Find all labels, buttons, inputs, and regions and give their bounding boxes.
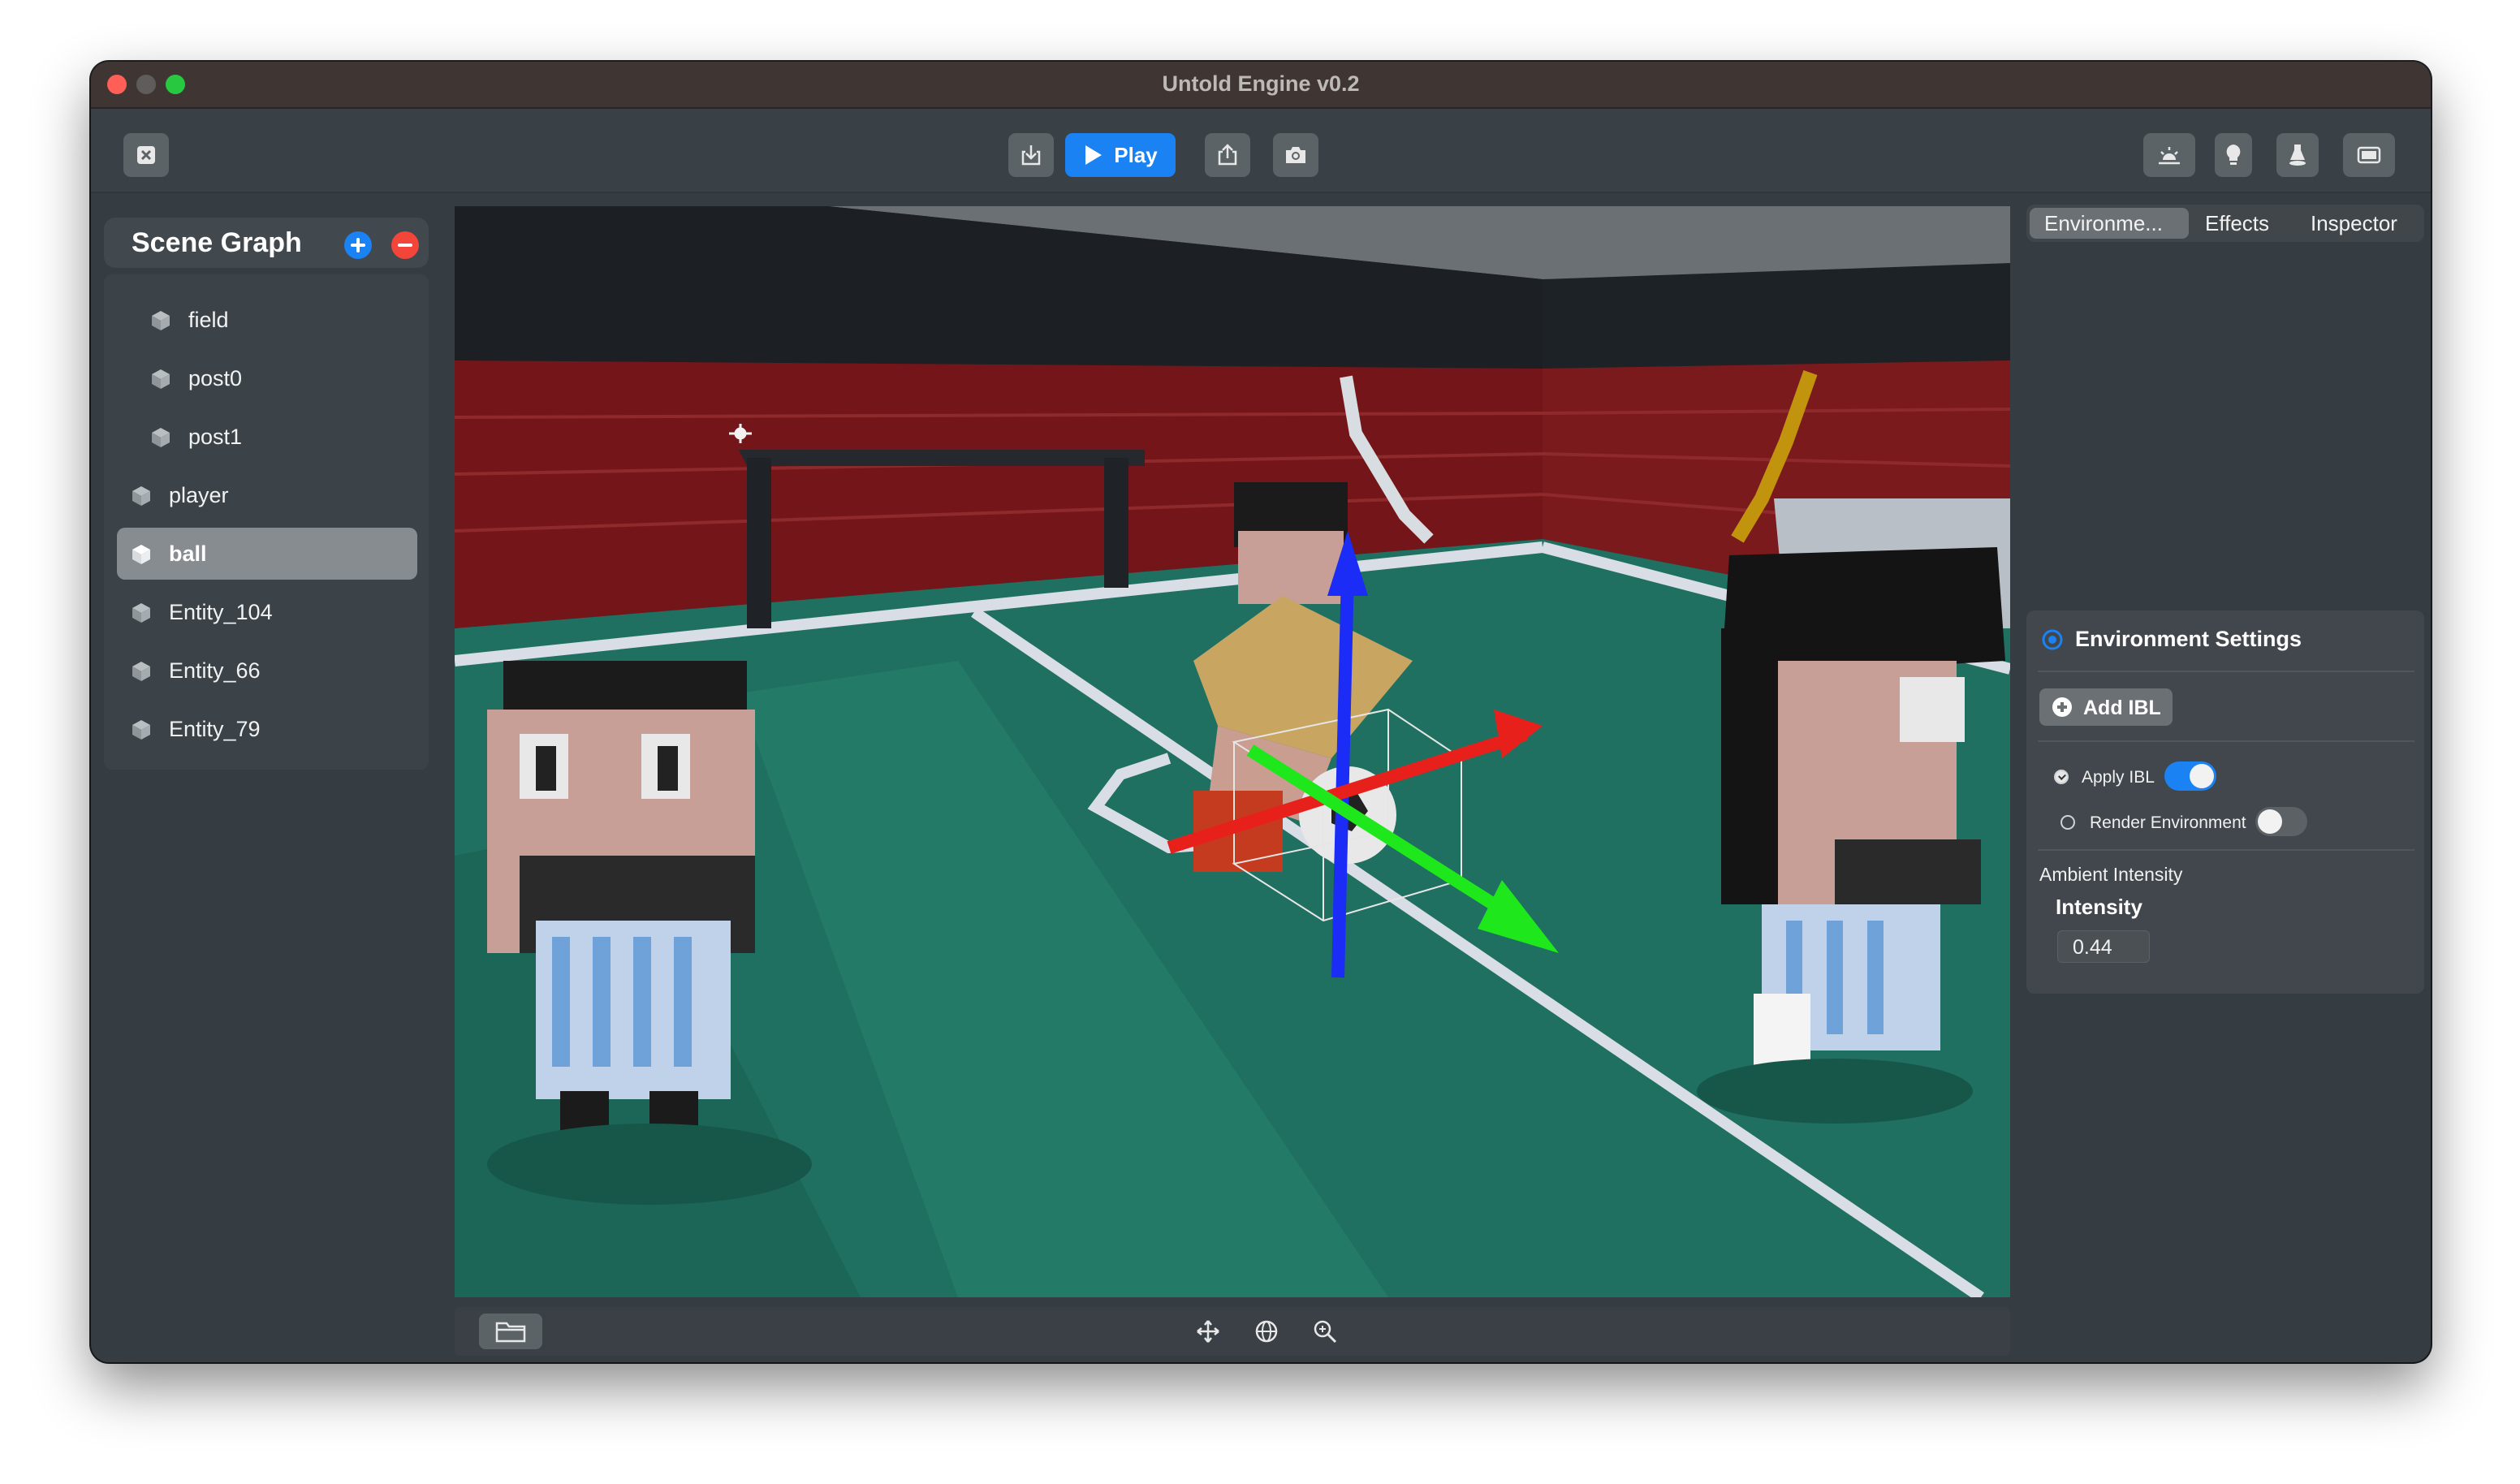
scene-graph-list[interactable]: bleachers field post0 post1 player ball … xyxy=(104,274,429,770)
import-button[interactable] xyxy=(1008,133,1054,177)
window-title: Untold Engine v0.2 xyxy=(1162,71,1360,96)
list-item[interactable]: Entity_104 xyxy=(117,586,417,638)
apply-ibl-toggle[interactable] xyxy=(2164,761,2216,791)
list-item-label: Entity_104 xyxy=(169,600,273,624)
play-label: Play xyxy=(1114,142,1158,167)
list-item-label: bleachers xyxy=(188,274,283,276)
camera-icon xyxy=(1286,147,1305,163)
export-button[interactable] xyxy=(1205,133,1250,177)
area-light-icon xyxy=(2357,146,2381,164)
entity-cube-icon xyxy=(132,545,150,564)
scene-graph-header: Scene Graph xyxy=(104,218,429,268)
screenshot-button[interactable] xyxy=(1273,133,1318,177)
close-box-icon xyxy=(137,146,155,164)
list-item-label: Entity_66 xyxy=(169,658,261,683)
environment-icon xyxy=(2042,629,2063,650)
zoom-icon[interactable] xyxy=(1312,1318,1338,1344)
render-environment-toggle[interactable] xyxy=(2255,807,2307,836)
add-circle-icon xyxy=(2052,697,2072,717)
add-spot-light-button[interactable] xyxy=(2276,133,2319,177)
add-area-light-button[interactable] xyxy=(2343,133,2395,177)
tab-environment[interactable]: Environme... xyxy=(2030,208,2189,239)
point-light-icon xyxy=(2226,145,2241,165)
asset-browser-button[interactable] xyxy=(479,1314,542,1349)
orbit-icon[interactable] xyxy=(1254,1318,1279,1344)
tab-inspector[interactable]: Inspector xyxy=(2311,211,2397,236)
list-item-label: post1 xyxy=(188,425,243,449)
add-ibl-label: Add IBL xyxy=(2083,697,2161,719)
list-item[interactable]: bleachers xyxy=(117,274,417,289)
scene-render xyxy=(455,206,2010,1297)
intensity-label: Intensity xyxy=(2056,895,2142,919)
inspector-tabs: Environme... Effects Inspector xyxy=(2026,205,2424,242)
move-icon[interactable] xyxy=(1195,1318,1221,1344)
entity-cube-icon xyxy=(132,720,150,740)
entity-cube-icon xyxy=(152,428,170,447)
app-window: Untold Engine v0.2 Play Scene Graph fiel… xyxy=(91,62,2431,1362)
viewport-toolbar xyxy=(455,1307,2010,1356)
export-icon xyxy=(1218,144,1237,166)
list-item[interactable]: Entity_79 xyxy=(117,703,417,755)
apply-ibl-radio[interactable] xyxy=(2054,770,2069,784)
environment-settings-panel: Environment Settings Add IBL Apply IBL R… xyxy=(2026,610,2424,994)
list-item-label: player xyxy=(169,483,229,507)
scene-viewport[interactable] xyxy=(455,206,2010,1297)
scene-graph-title: Scene Graph xyxy=(132,227,302,258)
divider xyxy=(2038,849,2414,851)
play-icon xyxy=(1085,145,1102,165)
remove-entity-button[interactable] xyxy=(391,231,419,259)
render-environment-radio[interactable] xyxy=(2060,815,2075,830)
title-bar: Untold Engine v0.2 xyxy=(91,62,2431,109)
apply-ibl-label: Apply IBL xyxy=(2082,768,2155,787)
close-box-button[interactable] xyxy=(123,133,169,177)
entity-cube-icon xyxy=(152,311,170,330)
add-entity-button[interactable] xyxy=(344,231,372,259)
list-item-label: post0 xyxy=(188,366,243,390)
list-item[interactable]: field xyxy=(117,294,417,346)
add-sun-light-button[interactable] xyxy=(2143,133,2195,177)
tab-effects[interactable]: Effects xyxy=(2205,211,2269,236)
render-environment-label: Render Environment xyxy=(2090,813,2246,832)
import-icon xyxy=(1021,145,1041,166)
entity-cube-icon xyxy=(152,369,170,389)
list-item-selected[interactable]: ball xyxy=(117,528,417,580)
intensity-field[interactable]: 0.44 xyxy=(2057,930,2150,963)
spot-light-icon xyxy=(2289,145,2306,166)
entity-cube-icon xyxy=(132,603,150,623)
entity-cube-icon xyxy=(149,274,172,275)
list-item-label: Entity_79 xyxy=(169,717,261,741)
add-ibl-button[interactable]: Add IBL xyxy=(2039,688,2173,726)
list-item-label: ball xyxy=(169,541,207,566)
list-item[interactable]: post0 xyxy=(117,352,417,404)
play-button[interactable]: Play xyxy=(1065,133,1176,177)
add-point-light-button[interactable] xyxy=(2215,133,2252,177)
divider xyxy=(2038,671,2414,672)
sun-light-icon xyxy=(2159,147,2180,165)
environment-settings-title: Environment Settings xyxy=(2075,627,2302,651)
toolbar: Play xyxy=(91,109,2431,193)
list-item-label: field xyxy=(188,308,229,332)
ambient-intensity-label: Ambient Intensity xyxy=(2039,864,2183,885)
entity-cube-icon xyxy=(132,486,150,506)
list-item[interactable]: Entity_66 xyxy=(117,645,417,697)
folder-icon xyxy=(495,1322,526,1343)
list-item[interactable]: post1 xyxy=(117,411,417,463)
entity-cube-icon xyxy=(132,662,150,681)
list-item[interactable]: player xyxy=(117,469,417,521)
divider xyxy=(2038,740,2414,742)
